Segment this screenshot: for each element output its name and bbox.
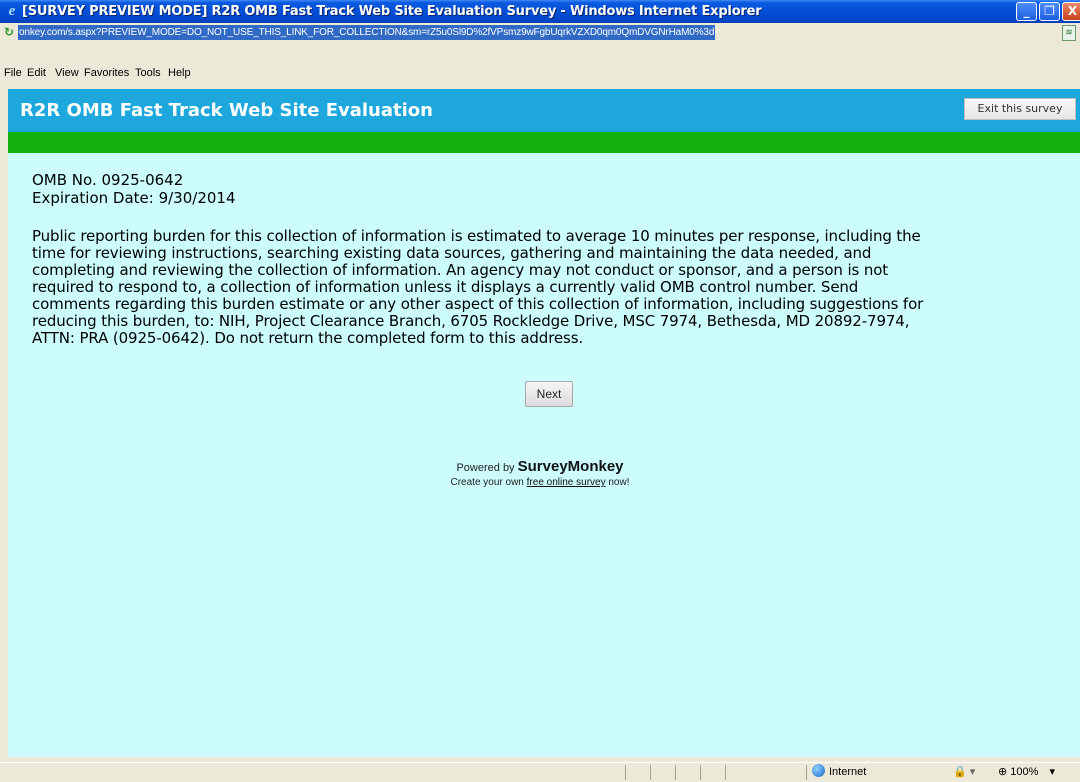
maximize-button[interactable]: ❐: [1039, 2, 1060, 21]
exit-survey-button[interactable]: Exit this survey: [964, 98, 1076, 120]
burden-line: completing and reviewing the collection …: [32, 261, 889, 279]
feed-icon[interactable]: ≋: [1062, 25, 1076, 41]
status-bar: Internet 🔒 ▾ ⊕ 100% ▾: [0, 762, 1080, 782]
next-button[interactable]: Next: [525, 381, 573, 407]
expiration-date: Expiration Date: 9/30/2014: [32, 189, 236, 207]
survey-header: R2R OMB Fast Track Web Site Evaluation E…: [8, 89, 1080, 132]
omb-info: OMB No. 0925-0642 Expiration Date: 9/30/…: [32, 171, 236, 207]
burden-line: ATTN: PRA (0925-0642). Do not return the…: [32, 329, 584, 347]
minimize-button[interactable]: _: [1016, 2, 1037, 21]
status-divider: [650, 765, 651, 780]
menu-tools[interactable]: Tools: [135, 63, 161, 83]
zoom-icon: ⊕: [998, 766, 1008, 778]
status-divider: [725, 765, 726, 780]
zone-label: Internet: [829, 766, 867, 778]
security-zone[interactable]: Internet: [812, 763, 866, 782]
menu-view[interactable]: View: [55, 63, 79, 83]
powered-by-footer: Powered by SurveyMonkey Create your own …: [0, 459, 1080, 489]
window-title-bar[interactable]: e [SURVEY PREVIEW MODE] R2R OMB Fast Tra…: [0, 0, 1080, 23]
chevron-down-icon[interactable]: ▾: [1049, 766, 1055, 778]
menu-favorites[interactable]: Favorites: [84, 63, 129, 83]
status-divider: [700, 765, 701, 780]
burden-line: comments regarding this burden estimate …: [32, 295, 924, 313]
internet-explorer-icon: e: [8, 3, 16, 19]
surveymonkey-logo[interactable]: SurveyMonkey: [518, 458, 624, 475]
create-suffix: now!: [608, 477, 630, 488]
burden-line: Public reporting burden for this collect…: [32, 227, 921, 245]
create-prefix: Create your own: [450, 477, 524, 488]
globe-icon: [812, 764, 825, 777]
survey-title: R2R OMB Fast Track Web Site Evaluation: [20, 100, 433, 121]
url-field[interactable]: onkey.com/s.aspx?PREVIEW_MODE=DO_NOT_USE…: [18, 25, 716, 40]
menu-edit[interactable]: Edit: [27, 63, 46, 83]
burden-line: reducing this burden, to: NIH, Project C…: [32, 312, 910, 330]
menu-bar: File Edit View Favorites Tools Help: [0, 63, 1080, 83]
window-frame-edge: [0, 89, 8, 757]
burden-line: required to respond to, a collection of …: [32, 278, 859, 296]
status-divider: [806, 765, 807, 780]
zoom-control[interactable]: ⊕ 100% ▾: [998, 763, 1055, 782]
burden-line: time for reviewing instructions, searchi…: [32, 244, 872, 262]
survey-page: R2R OMB Fast Track Web Site Evaluation E…: [8, 89, 1080, 757]
menu-help[interactable]: Help: [168, 63, 191, 83]
zoom-level: 100%: [1010, 766, 1039, 778]
protected-mode-icon[interactable]: 🔒 ▾: [953, 763, 975, 782]
toolbar-area: [0, 42, 1080, 63]
close-button[interactable]: X: [1062, 2, 1080, 21]
burden-statement: Public reporting burden for this collect…: [32, 228, 1080, 347]
status-divider: [675, 765, 676, 780]
page-refresh-icon[interactable]: ↻: [2, 25, 16, 39]
menu-file[interactable]: File: [4, 63, 22, 83]
address-bar[interactable]: ↻ onkey.com/s.aspx?PREVIEW_MODE=DO_NOT_U…: [0, 23, 1080, 43]
status-divider: [625, 765, 626, 780]
free-online-survey-link[interactable]: free online survey: [527, 477, 606, 488]
window-title: [SURVEY PREVIEW MODE] R2R OMB Fast Track…: [22, 4, 762, 19]
powered-by-label: Powered by: [456, 462, 515, 474]
omb-number: OMB No. 0925-0642: [32, 171, 184, 189]
progress-bar-strip: [8, 132, 1080, 153]
